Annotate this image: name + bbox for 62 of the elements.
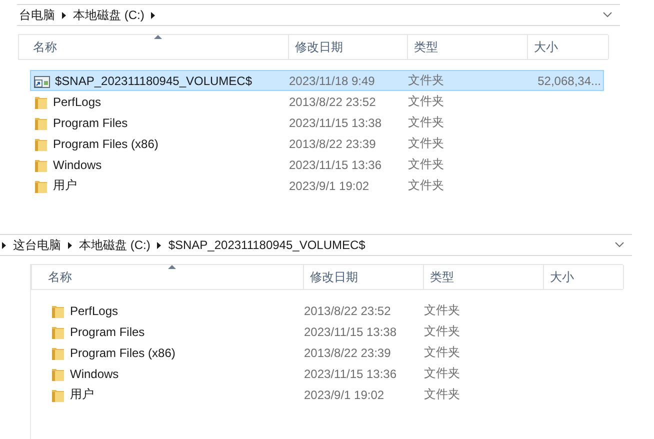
file-name: 用户 [70,386,94,403]
type-cell-text: 文件夹 [408,156,445,173]
file-row[interactable]: Program Files 2023/11/15 13:38 文件夹 [43,321,619,342]
type-cell-text: 文件夹 [424,365,461,382]
file-row[interactable]: PerfLogs 2013/8/22 23:52 文件夹 [43,300,619,321]
file-name: PerfLogs [53,94,102,108]
date-cell-text: 2013/8/22 23:39 [289,136,377,150]
file-row[interactable]: Program Files 2023/11/15 13:38 文件夹 [30,112,604,133]
breadcrumb[interactable]: $SNAP_202311180945_VOLUMEC$ [168,238,366,252]
file-name: Program Files [53,116,128,130]
file-row[interactable]: Program Files (x86) 2013/8/22 23:39 文件夹 [30,133,604,154]
file-row[interactable]: 用户 2023/9/1 19:02 文件夹 [43,384,619,405]
address-bar[interactable]: 台电脑 本地磁盘 (C:) [17,4,620,26]
file-name: 用户 [53,177,77,194]
file-name: Program Files (x86) [53,136,158,150]
file-name: $SNAP_202311180945_VOLUMEC$ [55,74,252,88]
file-row[interactable]: PerfLogs 2013/8/22 23:52 文件夹 [30,91,604,112]
date-cell-text: 2023/11/15 13:36 [304,366,398,380]
caret-icon[interactable] [62,12,66,18]
type-cell-text: 文件夹 [408,135,445,152]
sort-arrow-icon [168,265,176,269]
file-name: Program Files (x86) [70,346,176,360]
caret-icon[interactable] [151,12,156,18]
date-cell-text: 2023/11/15 13:36 [289,158,383,172]
dropdown-icon[interactable] [615,242,624,248]
type-cell-text: 文件夹 [408,93,445,110]
caret-icon[interactable] [2,242,6,248]
file-row[interactable]: Windows 2023/11/15 13:36 文件夹 [30,154,604,175]
breadcrumb[interactable]: 本地磁盘 (C:) [79,236,150,254]
sort-arrow-icon [154,35,162,39]
type-cell-text: 文件夹 [424,302,461,319]
caret-icon[interactable] [68,242,72,248]
type-cell-text: 文件夹 [424,344,461,361]
type-cell-text: 文件夹 [424,386,461,403]
type-cell-text: 文件夹 [408,72,445,89]
file-name: PerfLogs [70,304,118,318]
file-row[interactable]: Program Files (x86) 2013/8/22 23:39 文件夹 [43,342,619,363]
breadcrumb[interactable]: 本地磁盘 (C:) [73,6,144,24]
type-cell-text: 文件夹 [424,323,461,340]
dropdown-icon[interactable] [603,12,612,18]
breadcrumb[interactable]: 这台电脑 [13,236,61,254]
file-row[interactable]: Windows 2023/11/15 13:36 文件夹 [43,363,619,384]
date-cell-text: 2023/11/15 13:38 [289,116,383,130]
date-cell-text: 2013/8/22 23:52 [289,94,377,108]
date-cell-text: 2023/11/15 13:38 [304,324,398,338]
shortcut-icon [34,74,50,88]
date-cell-text: 2013/8/22 23:52 [304,304,392,318]
date-cell-text: 2023/11/18 9:49 [289,74,376,88]
caret-icon[interactable] [157,242,162,248]
size-cell-text: 52,068,34... [536,74,602,88]
date-cell-text: 2023/9/1 19:02 [304,388,386,402]
date-cell-text: 2013/8/22 23:39 [304,346,392,360]
breadcrumb[interactable]: 台电脑 [19,6,55,24]
file-row[interactable]: 用户 2023/9/1 19:02 文件夹 [30,175,604,196]
file-row[interactable]: $SNAP_202311180945_VOLUMEC$ 2023/11/18 9:49 文件夹 52,068,34... [30,70,604,91]
type-cell-text: 文件夹 [408,177,445,194]
file-name: Program Files [70,324,145,338]
date-cell-text: 2023/9/1 19:02 [289,178,370,192]
address-bar[interactable]: 这台电脑 本地磁盘 (C:) $SNAP_202311180945_VOLUMEC$ [0,234,632,256]
file-name: Windows [53,158,102,172]
file-name: Windows [70,366,119,380]
type-cell-text: 文件夹 [408,114,445,131]
